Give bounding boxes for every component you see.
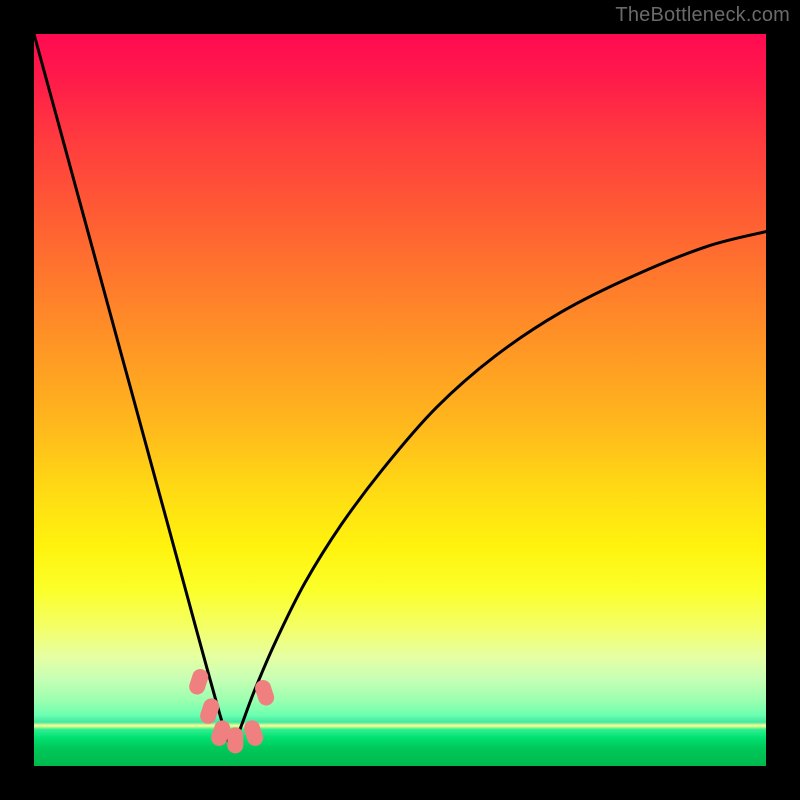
curve-marker (198, 696, 221, 726)
chart-frame: TheBottleneck.com (0, 0, 800, 800)
curve-svg (34, 34, 766, 766)
curve-marker (242, 718, 265, 748)
bottleneck-curve (34, 34, 766, 747)
plot-area (34, 34, 766, 766)
watermark-text: TheBottleneck.com (615, 4, 790, 27)
curve-marker (227, 727, 243, 753)
